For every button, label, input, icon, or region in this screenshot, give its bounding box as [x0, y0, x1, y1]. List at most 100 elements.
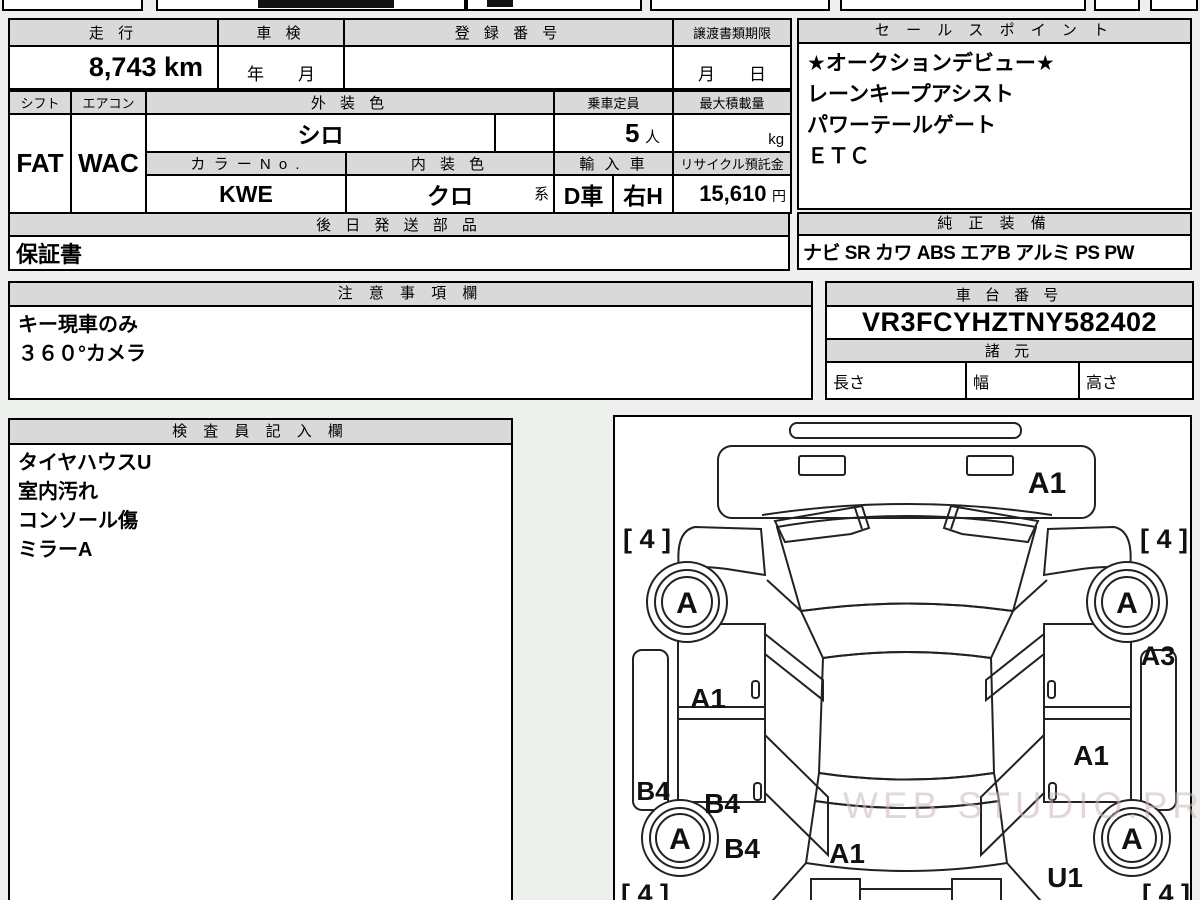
sales-points-header: セ ー ル ス ポ イ ン ト	[799, 20, 1190, 44]
genuine-equipment-value: ナビ SR カワ ABS エアB アルミ PS PW	[803, 243, 1134, 264]
door-divider-right	[1044, 706, 1131, 720]
inspector-line: コンソール傷	[18, 510, 138, 532]
doors-right	[1043, 623, 1132, 803]
inspector-line: タイヤハウスU	[18, 452, 152, 474]
aircon-header: エアコン	[70, 90, 147, 115]
sales-point-line: ＥＴＣ	[807, 145, 870, 168]
damage-label: A3	[1141, 641, 1176, 671]
damage-label: U1	[1047, 862, 1083, 893]
cutoff-cell	[1150, 0, 1198, 11]
door-handle-left-rear	[753, 782, 762, 801]
spec-length: 長さ	[825, 361, 967, 400]
genuine-equipment-box: 純 正 装 備 ナビ SR カワ ABS エアB アルミ PS PW	[797, 212, 1192, 270]
panel-fold-front	[766, 579, 1048, 612]
damage-label: [ 4 ]	[1140, 524, 1188, 554]
damage-label: B4	[724, 833, 760, 864]
chassis-value: VR3FCYHZTNY582402	[825, 305, 1194, 340]
front-edge-strip	[789, 422, 1022, 439]
interior-color-text: クロ	[427, 183, 474, 209]
chassis-header: 車 台 番 号	[825, 281, 1194, 307]
cutoff-cell	[650, 0, 830, 11]
damage-label: A1	[829, 838, 865, 869]
door-handle-right-front	[1047, 680, 1056, 699]
transfer-deadline-value: 月 日	[672, 45, 792, 90]
hood	[775, 515, 1038, 613]
exterior-color-header: 外 装 色	[144, 90, 556, 115]
recycle-amount: 15,610	[699, 181, 767, 206]
sales-point-line: レーンキープアシスト	[807, 83, 1014, 106]
inspection-header: 車 検	[217, 18, 345, 47]
recycle-value: 15,610 円	[672, 174, 793, 214]
damage-label: A1	[1073, 740, 1109, 771]
inspection-value: 年 月	[217, 45, 345, 90]
sales-points-box: セ ー ル ス ポ イ ン ト ★オークションデビュー★ レーンキープアシスト …	[797, 18, 1192, 210]
inspector-notes-header: 検 査 員 記 入 欄	[10, 420, 511, 445]
registration-value	[343, 45, 674, 90]
rear-bumper-bar	[859, 888, 953, 900]
damage-label: B4	[636, 776, 670, 806]
interior-color-header: 内 装 色	[344, 151, 556, 176]
spec-height: 高さ	[1078, 361, 1194, 400]
shift-value: FAT	[8, 113, 72, 214]
interior-color-value: クロ 系	[344, 174, 556, 214]
sales-points-body: ★オークションデビュー★ レーンキープアシスト パワーテールゲート ＥＴＣ	[799, 44, 1190, 176]
inspector-notes-box: 検 査 員 記 入 欄 タイヤハウスU 室内汚れ コンソール傷 ミラーA	[8, 418, 513, 900]
import-value-1: D車	[553, 174, 615, 214]
damage-label: A	[676, 587, 698, 620]
mileage-value: 8,743 km	[8, 45, 219, 90]
interior-color-suffix: 系	[534, 186, 550, 203]
chassis-table: 車 台 番 号 VR3FCYHZTNY582402 諸 元 長さ 幅 高さ	[825, 281, 1194, 400]
damage-label: A	[1121, 823, 1143, 856]
sales-point-line: パワーテールゲート	[807, 114, 996, 137]
notes-box: 注 意 事 項 欄 キー現車のみ ３６０°カメラ	[8, 281, 813, 400]
notes-line: ３６０°カメラ	[18, 343, 146, 365]
capacity-value: 5 人	[553, 113, 675, 153]
damage-diagram-box: A1[ 4 ][ 4 ] A A A3 A1 A1 B4 B4 B4 A A A1 U1[ 4 ][ 4…	[613, 415, 1200, 900]
auction-sheet: 走 行 車 検 登 録 番 号 譲渡書類期限 8,743 km 年 月 月 日 …	[0, 0, 1200, 900]
roof	[817, 651, 996, 781]
later-parts-header: 後 日 発 送 部 品	[8, 212, 790, 237]
panel-fold-rear	[771, 862, 1042, 900]
cutoff-cell	[1094, 0, 1140, 11]
cutoff-cell	[2, 0, 143, 11]
max-load-header: 最大積載量	[672, 90, 793, 115]
damage-label: [ 4 ]	[621, 879, 669, 900]
aircon-value: WAC	[70, 113, 147, 214]
later-parts-value: 保証書	[8, 235, 790, 271]
vehicle-detail-table: シフト エアコン 外 装 色 乗車定員 最大積載量 FAT WAC シロ 5 人…	[8, 90, 793, 214]
registration-header: 登 録 番 号	[343, 18, 674, 47]
notes-header: 注 意 事 項 欄	[10, 283, 811, 307]
damage-label: A	[1116, 587, 1138, 620]
panel-fold-right-upper	[985, 631, 1045, 703]
bumper-detail-right	[966, 455, 1014, 476]
capacity-unit: 人	[645, 128, 661, 146]
damage-label: A	[669, 823, 691, 856]
exterior-color-value: シロ	[145, 113, 496, 153]
exterior-color-extra	[493, 113, 556, 153]
grille-line	[761, 503, 1053, 516]
vehicle-info-table: 走 行 車 検 登 録 番 号 譲渡書類期限 8,743 km 年 月 月 日	[8, 18, 792, 90]
bumper-detail-left	[798, 455, 846, 476]
notes-line: キー現車のみ	[18, 314, 138, 336]
damage-label: [ 4 ]	[623, 524, 671, 554]
cutoff-text-fragment	[487, 0, 513, 7]
damage-label: A1	[1028, 467, 1066, 500]
rear-bumper-detail-left	[810, 878, 861, 900]
panel-fold-left-upper	[764, 631, 824, 703]
color-no-header: カ ラ ー N o .	[145, 151, 347, 176]
watermark: WEB STUDIO.PRO	[843, 785, 1200, 826]
car-top-view-diagram: A1[ 4 ][ 4 ]A AA3A1A1B4 B4B4A AA1U1[ 4 ][ 4…	[621, 422, 1190, 900]
shift-header: シフト	[8, 90, 72, 115]
damage-label: [ 4 ]	[1142, 879, 1190, 900]
inspector-line: ミラーA	[18, 539, 93, 561]
inspector-notes-body: タイヤハウスU 室内汚れ コンソール傷 ミラーA	[10, 445, 511, 569]
import-header: 輸 入 車	[553, 151, 675, 176]
spec-width: 幅	[965, 361, 1080, 400]
capacity-header: 乗車定員	[553, 90, 675, 115]
cutoff-text-fragment	[258, 0, 394, 8]
max-load-value: kg	[672, 113, 793, 153]
inspector-line: 室内汚れ	[18, 481, 98, 503]
recycle-unit: 円	[772, 188, 787, 204]
damage-label: B4	[704, 788, 740, 819]
sales-point-line: ★オークションデビュー★	[807, 52, 1055, 75]
